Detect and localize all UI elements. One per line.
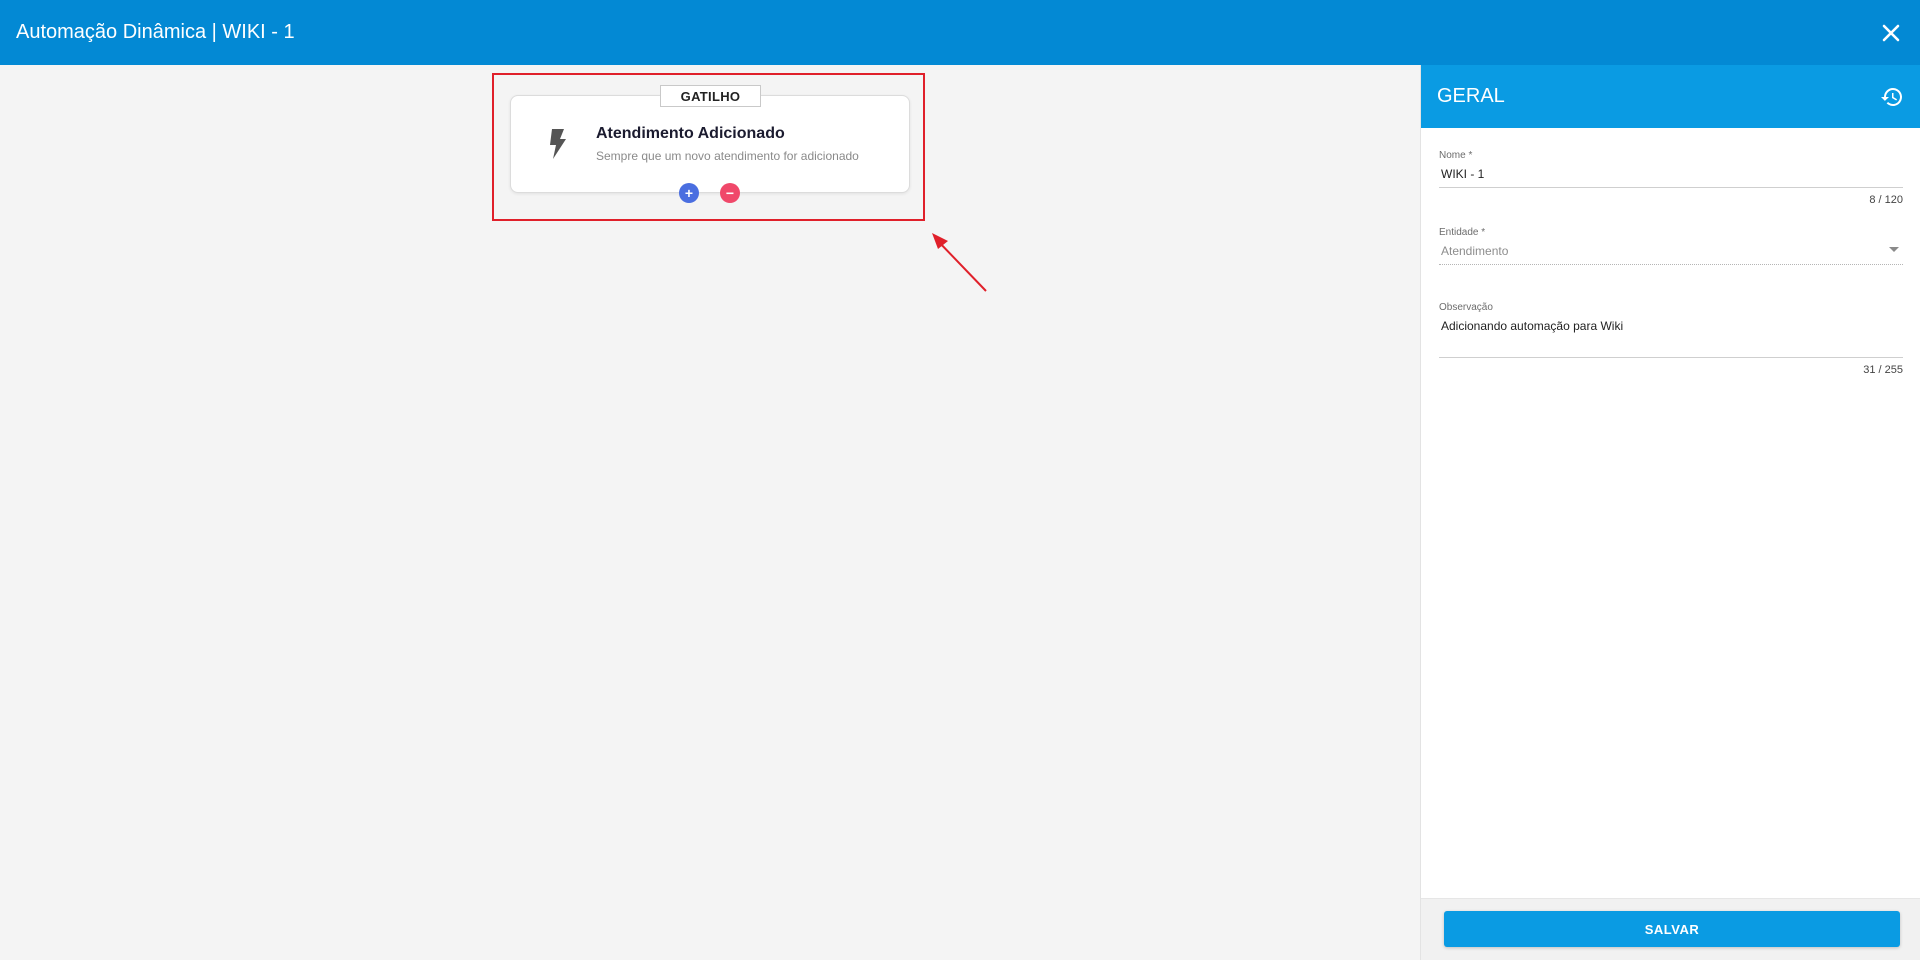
save-button[interactable]: SALVAR	[1444, 911, 1900, 947]
name-underline	[1439, 187, 1903, 188]
entity-select[interactable]: Entidade * Atendimento	[1439, 227, 1903, 265]
panel-title: GERAL	[1437, 85, 1505, 107]
top-bar: Automação Dinâmica | WIKI - 1	[0, 0, 1920, 65]
entity-underline	[1439, 264, 1903, 265]
observation-field[interactable]: Observação Adicionando automação para Wi…	[1439, 302, 1903, 376]
window-title: Automação Dinâmica | WIKI - 1	[16, 21, 295, 43]
observation-label: Observação	[1439, 302, 1493, 313]
add-step-button[interactable]: +	[679, 183, 699, 203]
entity-value[interactable]: Atendimento	[1439, 244, 1903, 258]
name-input[interactable]: WIKI - 1	[1439, 167, 1903, 181]
chevron-down-icon[interactable]	[1889, 247, 1899, 252]
name-counter: 8 / 120	[1869, 194, 1903, 206]
panel-footer: SALVAR	[1421, 898, 1920, 960]
entity-label: Entidade *	[1439, 227, 1486, 238]
side-panel: GERAL Nome * WIKI - 1 8 / 120 Entidade *…	[1420, 65, 1920, 960]
history-icon[interactable]	[1880, 85, 1904, 109]
panel-header: GERAL	[1421, 65, 1920, 128]
name-field[interactable]: Nome * WIKI - 1 8 / 120	[1439, 150, 1903, 206]
observation-underline	[1439, 357, 1903, 358]
close-icon[interactable]	[1878, 20, 1904, 46]
lightning-bolt-icon	[540, 125, 574, 163]
trigger-badge: GATILHO	[660, 85, 761, 107]
observation-counter: 31 / 255	[1863, 364, 1903, 376]
observation-textarea[interactable]: Adicionando automação para Wiki	[1439, 319, 1903, 351]
name-label: Nome *	[1439, 150, 1473, 161]
remove-step-button[interactable]: −	[720, 183, 740, 203]
flow-canvas[interactable]: GATILHO Atendimento Adicionado Sempre qu…	[0, 65, 1420, 960]
trigger-description: Sempre que um novo atendimento for adici…	[596, 149, 859, 163]
annotation-arrow	[932, 233, 987, 292]
trigger-title: Atendimento Adicionado	[596, 125, 785, 142]
